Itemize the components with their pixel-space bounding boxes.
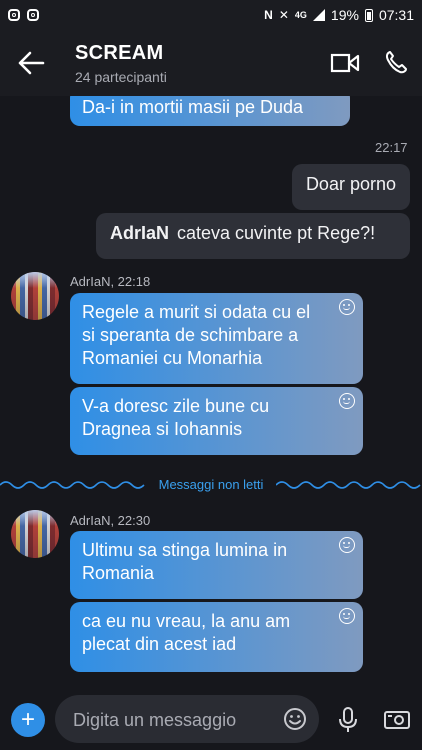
- outgoing-reply-message[interactable]: AdrIaN cateva cuvinte pt Rege?!: [96, 213, 410, 259]
- mute-icon: ✕: [278, 8, 289, 22]
- video-call-icon[interactable]: [330, 52, 360, 74]
- incoming-message[interactable]: Ultimu sa stinga lumina in Romania: [70, 531, 363, 599]
- add-attachment-button[interactable]: +: [11, 703, 45, 737]
- message-text: Regele a murit si odata cu el si sperant…: [82, 302, 311, 368]
- signal-icon: [312, 9, 325, 21]
- avatar[interactable]: [11, 510, 59, 558]
- instagram-icon: [8, 9, 20, 21]
- wave-divider-right: [276, 481, 421, 489]
- message-composer: +: [0, 688, 422, 750]
- network-type: 4G: [294, 10, 307, 20]
- sender-time-meta: AdrIaN, 22:18: [70, 274, 151, 289]
- camera-icon[interactable]: [384, 709, 410, 729]
- message-list[interactable]: Da-i in mortii masii pe Duda 22:17 Doar …: [0, 96, 422, 688]
- message-text: Doar porno: [305, 174, 396, 194]
- outgoing-message[interactable]: Doar porno: [291, 164, 410, 210]
- microphone-icon[interactable]: [338, 707, 358, 733]
- emoji-reaction-icon[interactable]: [339, 608, 355, 624]
- message-text: V-a doresc zile bune cu Dragnea si Iohan…: [82, 396, 270, 439]
- status-bar: N ✕ 4G 19% 07:31: [0, 0, 422, 30]
- emoji-picker-icon[interactable]: [283, 707, 307, 731]
- participants-count: 24 partecipanti: [75, 69, 167, 85]
- message-text: ca eu nu vreau, la anu am plecat din ace…: [82, 611, 291, 654]
- clock: 07:31: [378, 7, 414, 23]
- back-arrow-icon[interactable]: [16, 50, 46, 76]
- emoji-reaction-icon[interactable]: [339, 393, 355, 409]
- nfc-icon: N: [264, 8, 273, 22]
- quoted-sender: AdrIaN: [110, 223, 170, 243]
- status-right: N ✕ 4G 19% 07:31: [264, 7, 414, 23]
- battery-percent: 19%: [330, 7, 359, 23]
- chat-header: SCREAM 24 partecipanti: [0, 30, 422, 96]
- chat-title: SCREAM: [75, 42, 164, 64]
- instagram-icon: [27, 9, 39, 21]
- incoming-message[interactable]: ca eu nu vreau, la anu am plecat din ace…: [70, 602, 363, 672]
- battery-icon: [364, 8, 373, 22]
- message-input-container[interactable]: [55, 695, 319, 745]
- emoji-reaction-icon[interactable]: [339, 537, 355, 553]
- sender-time-meta: AdrIaN, 22:30: [70, 513, 151, 528]
- message-input[interactable]: [71, 695, 275, 745]
- plus-icon: +: [20, 706, 35, 733]
- avatar[interactable]: [11, 272, 59, 320]
- incoming-message[interactable]: V-a doresc zile bune cu Dragnea si Iohan…: [70, 387, 363, 455]
- incoming-message[interactable]: Regele a murit si odata cu el si sperant…: [70, 293, 363, 384]
- status-left: [8, 9, 39, 21]
- message-bubble-partial[interactable]: Da-i in mortii masii pe Duda: [70, 96, 350, 126]
- unread-divider: Messaggi non letti: [0, 474, 422, 498]
- emoji-reaction-icon[interactable]: [339, 299, 355, 315]
- phone-call-icon[interactable]: [384, 50, 408, 74]
- message-text: Ultimu sa stinga lumina in Romania: [82, 540, 288, 583]
- message-text: Da-i in mortii masii pe Duda: [82, 97, 304, 117]
- chat-title-block[interactable]: SCREAM 24 partecipanti: [75, 42, 167, 85]
- timestamp: 22:17: [375, 140, 408, 155]
- message-text: cateva cuvinte pt Rege?!: [177, 223, 376, 243]
